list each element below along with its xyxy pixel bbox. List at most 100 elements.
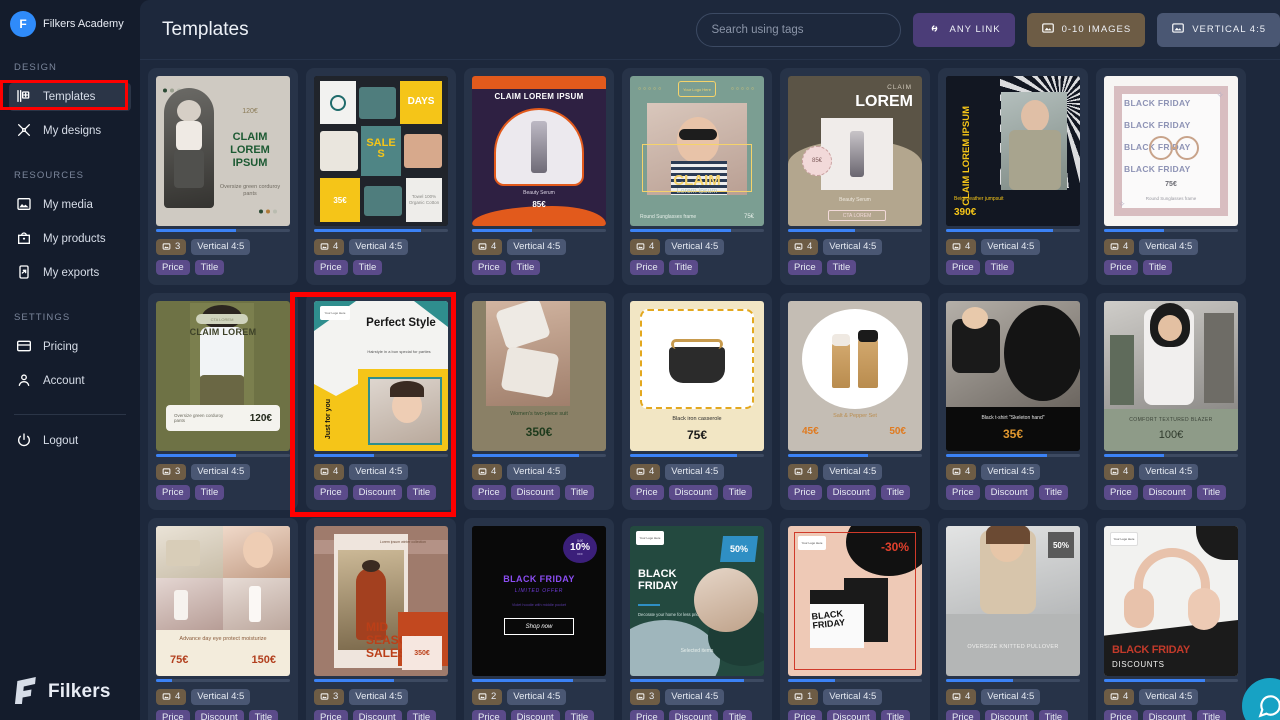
image-count-badge[interactable]: 4 (788, 464, 818, 480)
template-card[interactable]: Lorem ipsum winter collection MIDSEASONS… (306, 518, 456, 720)
template-tag-badge[interactable]: Discount (669, 710, 718, 720)
template-tag-badge[interactable]: Title (669, 260, 699, 276)
template-tag-badge[interactable]: Title (195, 260, 225, 276)
template-tag-badge[interactable]: Title (353, 260, 383, 276)
template-card[interactable]: Salt & Pepper Set 45€ 50€ 4 Vertical 4:5… (780, 293, 930, 510)
template-tag-badge[interactable]: Price (946, 710, 980, 720)
template-tag-badge[interactable]: Price (946, 260, 980, 276)
template-thumbnail[interactable]: CLAIM LOREM IPSUM Beauty Serum 85€ (472, 76, 606, 226)
template-tag-badge[interactable]: Discount (511, 710, 560, 720)
template-tag-badge[interactable]: Price (1104, 710, 1138, 720)
template-tag-badge[interactable]: Title (827, 260, 857, 276)
template-thumbnail[interactable]: CLAIM LOREM 85€ Beauty Serum CTA LOREM (788, 76, 922, 226)
ratio-badge[interactable]: Vertical 4:5 (823, 689, 882, 705)
template-thumbnail[interactable]: CTA LOREM CLAIM LOREM Oversize green cor… (156, 301, 290, 451)
sidebar-item-my-designs[interactable]: My designs (9, 117, 131, 145)
template-tag-badge[interactable]: Price (630, 710, 664, 720)
sidebar-item-my-exports[interactable]: My exports (9, 259, 131, 287)
template-tag-badge[interactable]: Price (788, 710, 822, 720)
image-count-badge[interactable]: 4 (946, 689, 976, 705)
ratio-badge[interactable]: Vertical 4:5 (349, 464, 408, 480)
template-card[interactable]: BLACK FRIDAYBLACK FRIDAYBLACK FRIDAYBLAC… (1096, 68, 1246, 285)
template-tag-badge[interactable]: Price (1104, 485, 1138, 501)
template-tag-badge[interactable]: Title (723, 485, 753, 501)
template-tag-badge[interactable]: Discount (353, 485, 402, 501)
image-count-badge[interactable]: 4 (314, 464, 344, 480)
template-tag-badge[interactable]: Title (1039, 485, 1069, 501)
template-tag-badge[interactable]: Price (472, 710, 506, 720)
template-tag-badge[interactable]: Price (630, 485, 664, 501)
template-card[interactable]: Black t-shirt "Skeleton hand" 35€ 4 Vert… (938, 293, 1088, 510)
template-tag-badge[interactable]: Title (511, 260, 541, 276)
template-thumbnail[interactable]: Black t-shirt "Skeleton hand" 35€ (946, 301, 1080, 451)
templates-scroll-area[interactable]: 120€ CLAIMLOREMIPSUM Oversize green cord… (140, 60, 1280, 720)
template-thumbnail[interactable]: Your Logo Here 50% BLACKFRIDAY Decorate … (630, 526, 764, 676)
template-card[interactable]: CLAIM LOREM 85€ Beauty Serum CTA LOREM 4… (780, 68, 930, 285)
sidebar-item-pricing[interactable]: Pricing (9, 333, 131, 361)
ratio-badge[interactable]: Vertical 4:5 (349, 239, 408, 255)
template-tag-badge[interactable]: Price (156, 710, 190, 720)
template-tag-badge[interactable]: Discount (827, 710, 876, 720)
template-card[interactable]: Your Logo Here -30% BLACKFRIDAY 1 Vertic… (780, 518, 930, 720)
template-tag-badge[interactable]: Title (723, 710, 753, 720)
template-tag-badge[interactable]: Price (156, 260, 190, 276)
template-card[interactable]: DAYS SALES 35€ Towel 100% Organic Cotton… (306, 68, 456, 285)
sidebar-item-my-media[interactable]: My media (9, 191, 131, 219)
template-thumbnail[interactable]: COMFORT TEXTURED BLAZER 100€ (1104, 301, 1238, 451)
template-thumbnail[interactable]: Your Logo Here -30% BLACKFRIDAY (788, 526, 922, 676)
template-thumbnail[interactable]: Your Logo Here BLACK FRIDAY DISCOUNTS (1104, 526, 1238, 676)
image-count-badge[interactable]: 4 (472, 464, 502, 480)
template-thumbnail[interactable]: Black iron casserole 75€ (630, 301, 764, 451)
template-card[interactable]: CLAIM LOREM IPSUM Beige leather jumpsuit… (938, 68, 1088, 285)
sidebar-item-logout[interactable]: Logout (9, 427, 131, 455)
template-thumbnail[interactable]: Women's two-piece suit 350€ (472, 301, 606, 451)
filter-images-count[interactable]: 0-10 images (1027, 13, 1146, 47)
ratio-badge[interactable]: Vertical 4:5 (981, 464, 1040, 480)
template-tag-badge[interactable]: Discount (669, 485, 718, 501)
template-tag-badge[interactable]: Title (1197, 485, 1227, 501)
template-tag-badge[interactable]: Price (788, 485, 822, 501)
image-count-badge[interactable]: 3 (156, 464, 186, 480)
template-card[interactable]: CTA LOREM CLAIM LOREM Oversize green cor… (148, 293, 298, 510)
template-tag-badge[interactable]: Title (1197, 710, 1227, 720)
filter-ratio[interactable]: Vertical 4:5 (1157, 13, 1280, 47)
sidebar-item-my-products[interactable]: My products (9, 225, 131, 253)
template-card[interactable]: Your Logo Here BLACK FRIDAY DISCOUNTS 4 … (1096, 518, 1246, 720)
template-tag-badge[interactable]: Price (1104, 260, 1138, 276)
image-count-badge[interactable]: 4 (946, 239, 976, 255)
image-count-badge[interactable]: 4 (630, 239, 660, 255)
template-card[interactable]: COMFORT TEXTURED BLAZER 100€ 4 Vertical … (1096, 293, 1246, 510)
footer-logo[interactable]: Filkers (0, 664, 140, 720)
image-count-badge[interactable]: 4 (946, 464, 976, 480)
ratio-badge[interactable]: Vertical 4:5 (191, 239, 250, 255)
template-tag-badge[interactable]: Title (1039, 710, 1069, 720)
template-tag-badge[interactable]: Price (314, 710, 348, 720)
template-card[interactable]: 50% OVERSIZE KNITTED PULLOVER 4 Vertical… (938, 518, 1088, 720)
template-thumbnail[interactable]: Your Logo Here Perfect Style Hairstyle i… (314, 301, 448, 451)
search-input[interactable] (696, 13, 901, 47)
image-count-badge[interactable]: 4 (472, 239, 502, 255)
template-thumbnail[interactable]: 54€ 10% OFF BLACK FRIDAY LIMITED OFFER V… (472, 526, 606, 676)
template-tag-badge[interactable]: Price (788, 260, 822, 276)
image-count-badge[interactable]: 4 (630, 464, 660, 480)
ratio-badge[interactable]: Vertical 4:5 (191, 689, 250, 705)
image-count-badge[interactable]: 3 (630, 689, 660, 705)
ratio-badge[interactable]: Vertical 4:5 (823, 239, 882, 255)
template-tag-badge[interactable]: Title (881, 485, 911, 501)
ratio-badge[interactable]: Vertical 4:5 (981, 239, 1040, 255)
image-count-badge[interactable]: 4 (788, 239, 818, 255)
template-tag-badge[interactable]: Title (565, 710, 595, 720)
template-card[interactable]: Your Logo Here 50% BLACKFRIDAY Decorate … (622, 518, 772, 720)
template-thumbnail[interactable]: DAYS SALES 35€ Towel 100% Organic Cotton (314, 76, 448, 226)
ratio-badge[interactable]: Vertical 4:5 (349, 689, 408, 705)
template-tag-badge[interactable]: Title (985, 260, 1015, 276)
template-tag-badge[interactable]: Discount (353, 710, 402, 720)
template-tag-badge[interactable]: Price (156, 485, 190, 501)
template-tag-badge[interactable]: Title (407, 710, 437, 720)
template-card[interactable]: Women's two-piece suit 350€ 4 Vertical 4… (464, 293, 614, 510)
template-tag-badge[interactable]: Price (630, 260, 664, 276)
ratio-badge[interactable]: Vertical 4:5 (665, 464, 724, 480)
template-tag-badge[interactable]: Price (946, 485, 980, 501)
ratio-badge[interactable]: Vertical 4:5 (1139, 689, 1198, 705)
template-thumbnail[interactable]: Advance day eye protect moisturize 75€ 1… (156, 526, 290, 676)
